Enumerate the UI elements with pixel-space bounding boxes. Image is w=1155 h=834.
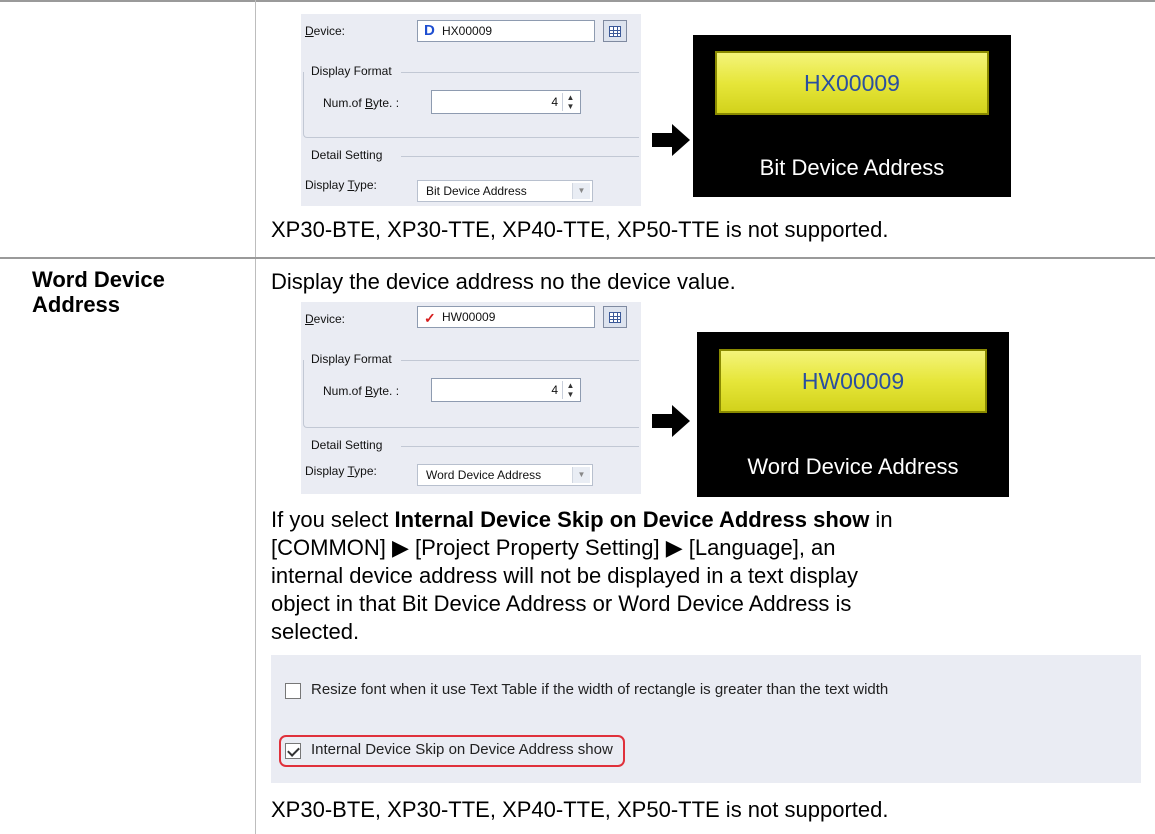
num-of-byte-label: Num.of Byte. : <box>323 96 400 110</box>
device-label: Device: <box>305 312 346 326</box>
spinner-arrows-icon[interactable]: ▲ ▼ <box>562 381 578 399</box>
resize-font-checkbox[interactable] <box>285 683 301 699</box>
bit-preview-button: HX00009 <box>715 51 989 115</box>
bit-preview-caption: Bit Device Address <box>759 155 945 180</box>
device-field[interactable]: ✓ HW00009 <box>417 306 595 328</box>
display-type-select[interactable]: Word Device Address ▼ <box>417 464 593 486</box>
grid-icon <box>609 312 621 323</box>
device-label: Device: <box>305 24 346 38</box>
word-preview-panel: HW00009 Word Device Address <box>697 332 1009 497</box>
right-arrow-icon <box>652 405 690 437</box>
info-line-4: object in that Bit Device Address or Wor… <box>271 591 852 616</box>
language-options-panel: Resize font when it use Text Table if th… <box>271 655 1141 783</box>
word-preview-caption: Word Device Address <box>747 454 959 479</box>
table-column-divider <box>255 0 256 834</box>
device-picker-button[interactable] <box>603 306 627 328</box>
section-rule <box>0 257 1155 259</box>
device-type-icon: D <box>424 22 435 39</box>
internal-skip-label: Internal Device Skip on Device Address s… <box>311 741 613 758</box>
right-arrow-icon <box>652 124 690 156</box>
resize-font-label: Resize font when it use Text Table if th… <box>311 681 889 698</box>
display-type-select[interactable]: Bit Device Address ▼ <box>417 180 593 202</box>
num-of-byte-spinner[interactable]: 4 ▲ ▼ <box>431 90 581 114</box>
word-settings-dialog: Device: ✓ HW00009 Display Format Num.of … <box>301 302 641 494</box>
info-line-1: If you select Internal Device Skip on De… <box>271 507 893 532</box>
device-picker-button[interactable] <box>603 20 627 42</box>
display-type-label: Display Type: <box>305 464 377 478</box>
spinner-arrows-icon[interactable]: ▲ ▼ <box>562 93 578 111</box>
word-description: Display the device address no the device… <box>271 269 736 294</box>
bit-preview-panel: HX00009 Bit Device Address <box>693 35 1011 197</box>
word-support-note: XP30-BTE, XP30-TTE, XP40-TTE, XP50-TTE i… <box>271 797 889 822</box>
group-rule <box>401 446 639 447</box>
num-of-byte-spinner[interactable]: 4 ▲ ▼ <box>431 378 581 402</box>
grid-icon <box>609 26 621 37</box>
bit-support-note: XP30-BTE, XP30-TTE, XP40-TTE, XP50-TTE i… <box>271 217 889 242</box>
info-line-2: [COMMON] ▶ [Project Property Setting] ▶ … <box>271 535 836 560</box>
bit-settings-dialog: Device: D HX00009 Display Format Num.of … <box>301 14 641 206</box>
top-rule <box>0 0 1155 2</box>
detail-setting-label: Detail Setting <box>311 438 383 452</box>
device-field[interactable]: D HX00009 <box>417 20 595 42</box>
word-device-address-header: Word Device Address <box>32 267 165 317</box>
info-line-5: selected. <box>271 619 360 644</box>
word-preview-button: HW00009 <box>719 349 987 413</box>
check-icon: ✓ <box>424 310 436 326</box>
internal-skip-checkbox[interactable] <box>285 743 301 759</box>
num-of-byte-label: Num.of Byte. : <box>323 384 400 398</box>
info-line-3: internal device address will not be disp… <box>271 563 858 588</box>
chevron-down-icon[interactable]: ▼ <box>572 467 590 483</box>
group-rule <box>401 156 639 157</box>
display-type-label: Display Type: <box>305 178 377 192</box>
detail-setting-label: Detail Setting <box>311 148 383 162</box>
chevron-down-icon[interactable]: ▼ <box>572 183 590 199</box>
